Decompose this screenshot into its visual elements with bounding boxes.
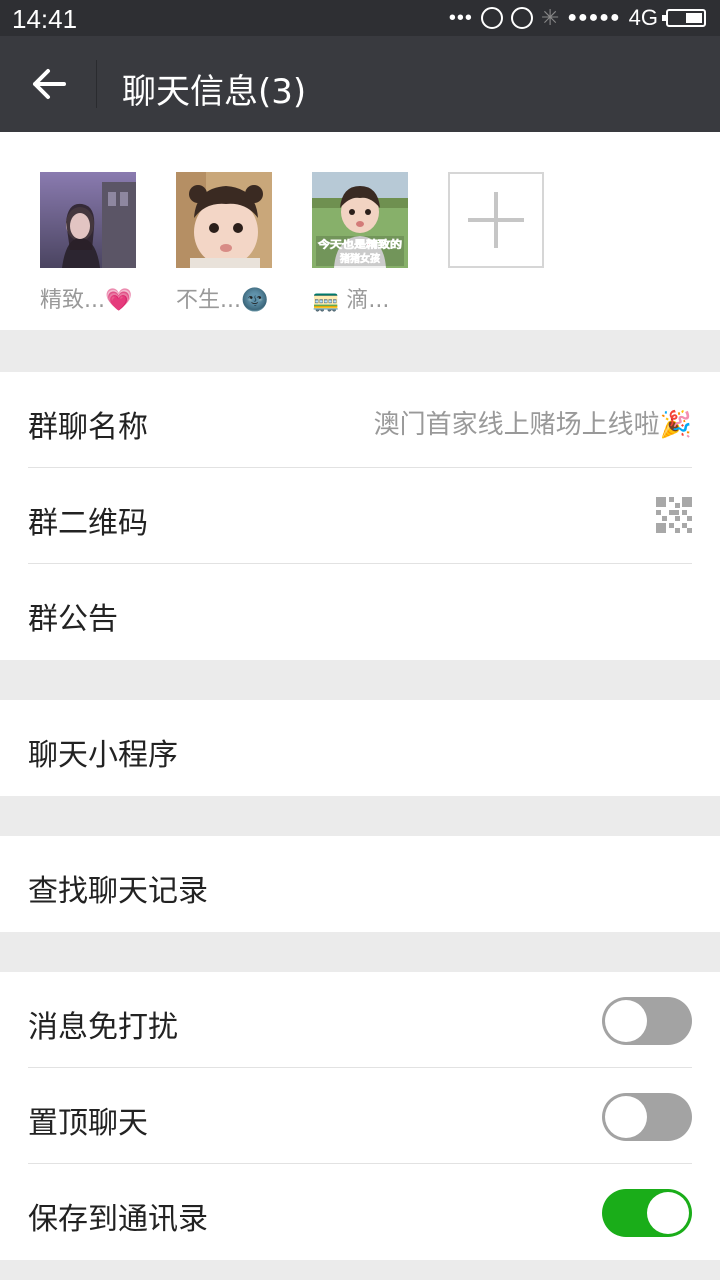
search-history-label: 查找聊天记录 <box>28 874 208 909</box>
mini-program-label: 聊天小程序 <box>28 738 178 773</box>
group-name-label: 群聊名称 <box>28 410 148 445</box>
app-bar: 聊天信息(3) <box>0 36 720 132</box>
alarm-icon <box>510 7 533 29</box>
member-item[interactable]: 不生...🌚 <box>176 172 272 314</box>
group-name-value: 澳门首家线上赌场上线啦🎉 <box>373 410 692 440</box>
mute-row: 消息免打扰 <box>0 972 720 1068</box>
plus-icon <box>468 192 524 248</box>
qr-code-label: 群二维码 <box>28 506 148 541</box>
announcement-row[interactable]: 群公告 <box>0 564 720 660</box>
mute-label: 消息免打扰 <box>28 1010 178 1045</box>
settings-group-search: 查找聊天记录 <box>0 836 720 932</box>
rotation-lock-icon <box>480 7 503 29</box>
member-avatar <box>40 172 136 268</box>
status-time: 14:41 <box>12 4 78 34</box>
settings-group-mini-program: 聊天小程序 <box>0 700 720 796</box>
save-contacts-label: 保存到通讯录 <box>28 1202 208 1237</box>
member-list: 精致...💗 不生...🌚 今天也是精致的 猪猪女孩 🚃 滴... <box>0 132 720 330</box>
member-name: 精致...💗 <box>40 288 133 313</box>
back-button[interactable] <box>22 62 76 106</box>
mini-program-row[interactable]: 聊天小程序 <box>0 700 720 796</box>
save-contacts-toggle[interactable] <box>602 1189 692 1237</box>
status-bar: 14:41 ••• ✳ ●●●●● 4G <box>0 0 720 36</box>
toggle-knob <box>605 1096 647 1138</box>
search-history-row[interactable]: 查找聊天记录 <box>0 836 720 932</box>
member-name: 🚃 滴... <box>312 288 390 313</box>
announcement-label: 群公告 <box>28 602 118 637</box>
status-icons: ••• ✳ ●●●●● 4G <box>449 5 706 31</box>
save-contacts-row: 保存到通讯录 <box>0 1164 720 1260</box>
qr-code-icon <box>656 497 692 533</box>
member-name: 不生...🌚 <box>176 288 269 313</box>
pin-chat-row: 置顶聊天 <box>0 1068 720 1164</box>
status-dots: ••• <box>448 6 473 29</box>
settings-group-toggles: 消息免打扰 置顶聊天 保存到通讯录 <box>0 972 720 1260</box>
page-title: 聊天信息(3) <box>122 72 307 112</box>
app-bar-divider <box>96 60 97 108</box>
toggle-knob <box>647 1192 689 1234</box>
add-member-button[interactable] <box>448 172 544 268</box>
toggle-knob <box>605 1000 647 1042</box>
settings-group-info: 群聊名称 澳门首家线上赌场上线啦🎉 群二维码 群公告 <box>0 372 720 660</box>
group-name-row[interactable]: 群聊名称 澳门首家线上赌场上线啦🎉 <box>0 372 720 468</box>
mute-toggle[interactable] <box>602 997 692 1045</box>
back-arrow-icon <box>33 69 66 99</box>
avatar-caption: 猪猪女孩 <box>339 252 380 265</box>
qr-code-row[interactable]: 群二维码 <box>0 468 720 564</box>
battery-icon <box>662 9 706 27</box>
pin-chat-label: 置顶聊天 <box>28 1106 148 1141</box>
member-avatar: 今天也是精致的 猪猪女孩 <box>312 172 408 268</box>
loading-icon: ✳ <box>540 5 560 30</box>
pin-chat-toggle[interactable] <box>602 1093 692 1141</box>
member-avatar <box>176 172 272 268</box>
network-type: 4G <box>628 5 658 30</box>
avatar-caption: 今天也是精致的 <box>317 238 402 251</box>
member-item[interactable]: 精致...💗 <box>40 172 136 314</box>
signal-icon: ●●●●● <box>567 9 621 26</box>
member-item[interactable]: 今天也是精致的 猪猪女孩 🚃 滴... <box>312 172 408 314</box>
